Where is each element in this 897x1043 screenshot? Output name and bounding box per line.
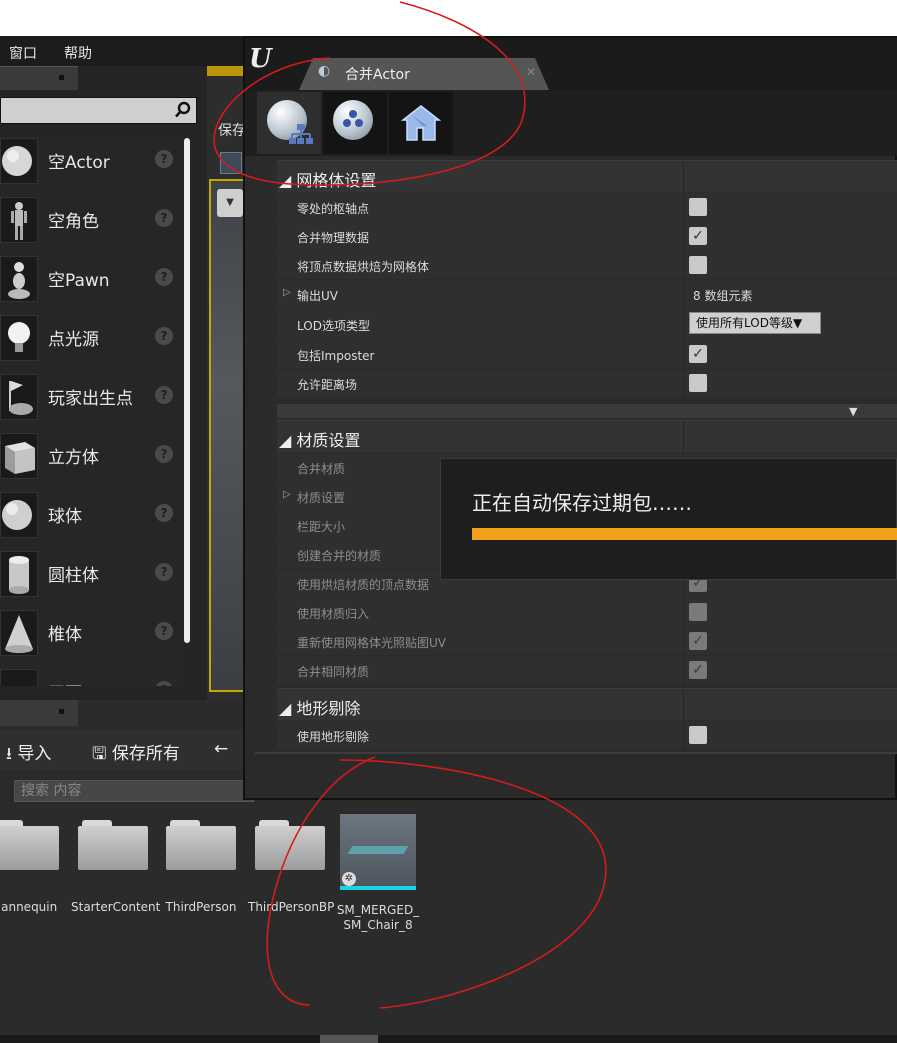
annotation-overlay — [213, 1, 607, 1009]
